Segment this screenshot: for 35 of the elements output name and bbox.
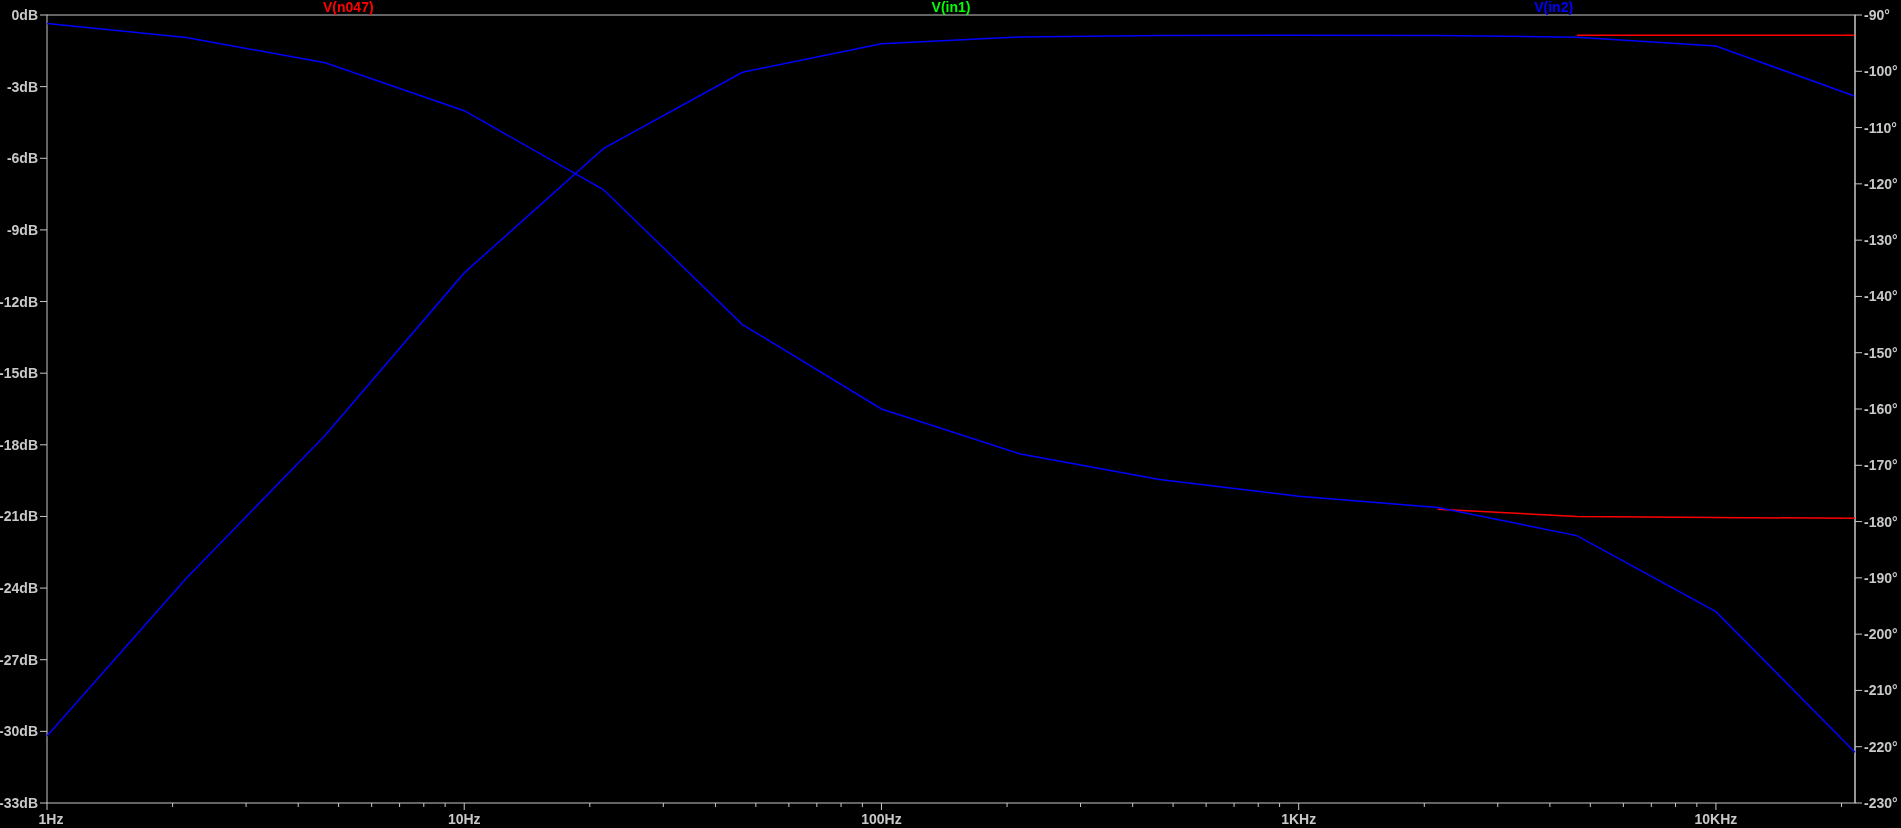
axis-tick-label: -6dB (6, 150, 38, 167)
axis-tick-label: -15dB (0, 365, 38, 382)
axis-tick-label: -3dB (6, 78, 38, 95)
axis-tick-label: -21dB (0, 508, 38, 525)
axis-tick-label: -110° (1864, 119, 1897, 136)
axis-tick-label: -120° (1864, 175, 1898, 192)
axis-tick-label: 10Hz (447, 811, 481, 827)
axis-tick-label: -210° (1864, 682, 1898, 699)
axis-tick-label: -150° (1864, 344, 1898, 361)
axis-tick-label: -18dB (0, 436, 38, 453)
axis-tick-label: 1Hz (38, 811, 64, 827)
axis-tick-label: 100Hz (861, 811, 902, 827)
trace-legend-label[interactable]: V(in1) (931, 0, 971, 15)
axis-tick-label: -220° (1864, 738, 1898, 755)
axis-tick-label: -200° (1864, 626, 1898, 643)
axis-tick-label: -170° (1864, 457, 1898, 474)
axis-tick-label: -24dB (0, 580, 38, 597)
axis-tick-label: -27dB (0, 651, 38, 668)
axis-tick-label: -33dB (0, 795, 38, 811)
axis-tick-label: -100° (1864, 63, 1898, 80)
axis-tick-label: -130° (1864, 232, 1898, 249)
axis-tick-label: -90° (1864, 7, 1890, 23)
trace-legend-label[interactable]: V(n047) (323, 0, 374, 15)
axis-tick-label: -9dB (6, 221, 38, 238)
axis-tick-label: 1KHz (1281, 811, 1317, 827)
axis-tick-label: -12dB (0, 293, 38, 310)
line-series (1437, 508, 1856, 519)
axis-tick-label: -140° (1864, 288, 1898, 305)
axis-tick-label: -180° (1864, 513, 1898, 530)
axis-tick-label: -30dB (0, 723, 38, 740)
axis-tick-label: -160° (1864, 401, 1898, 417)
axis-tick-label: -230° (1864, 795, 1898, 811)
axis-tick-label: -190° (1864, 569, 1898, 586)
axis-tick-label: 0dB (11, 7, 38, 23)
axis-tick-label: 10KHz (1694, 811, 1738, 827)
